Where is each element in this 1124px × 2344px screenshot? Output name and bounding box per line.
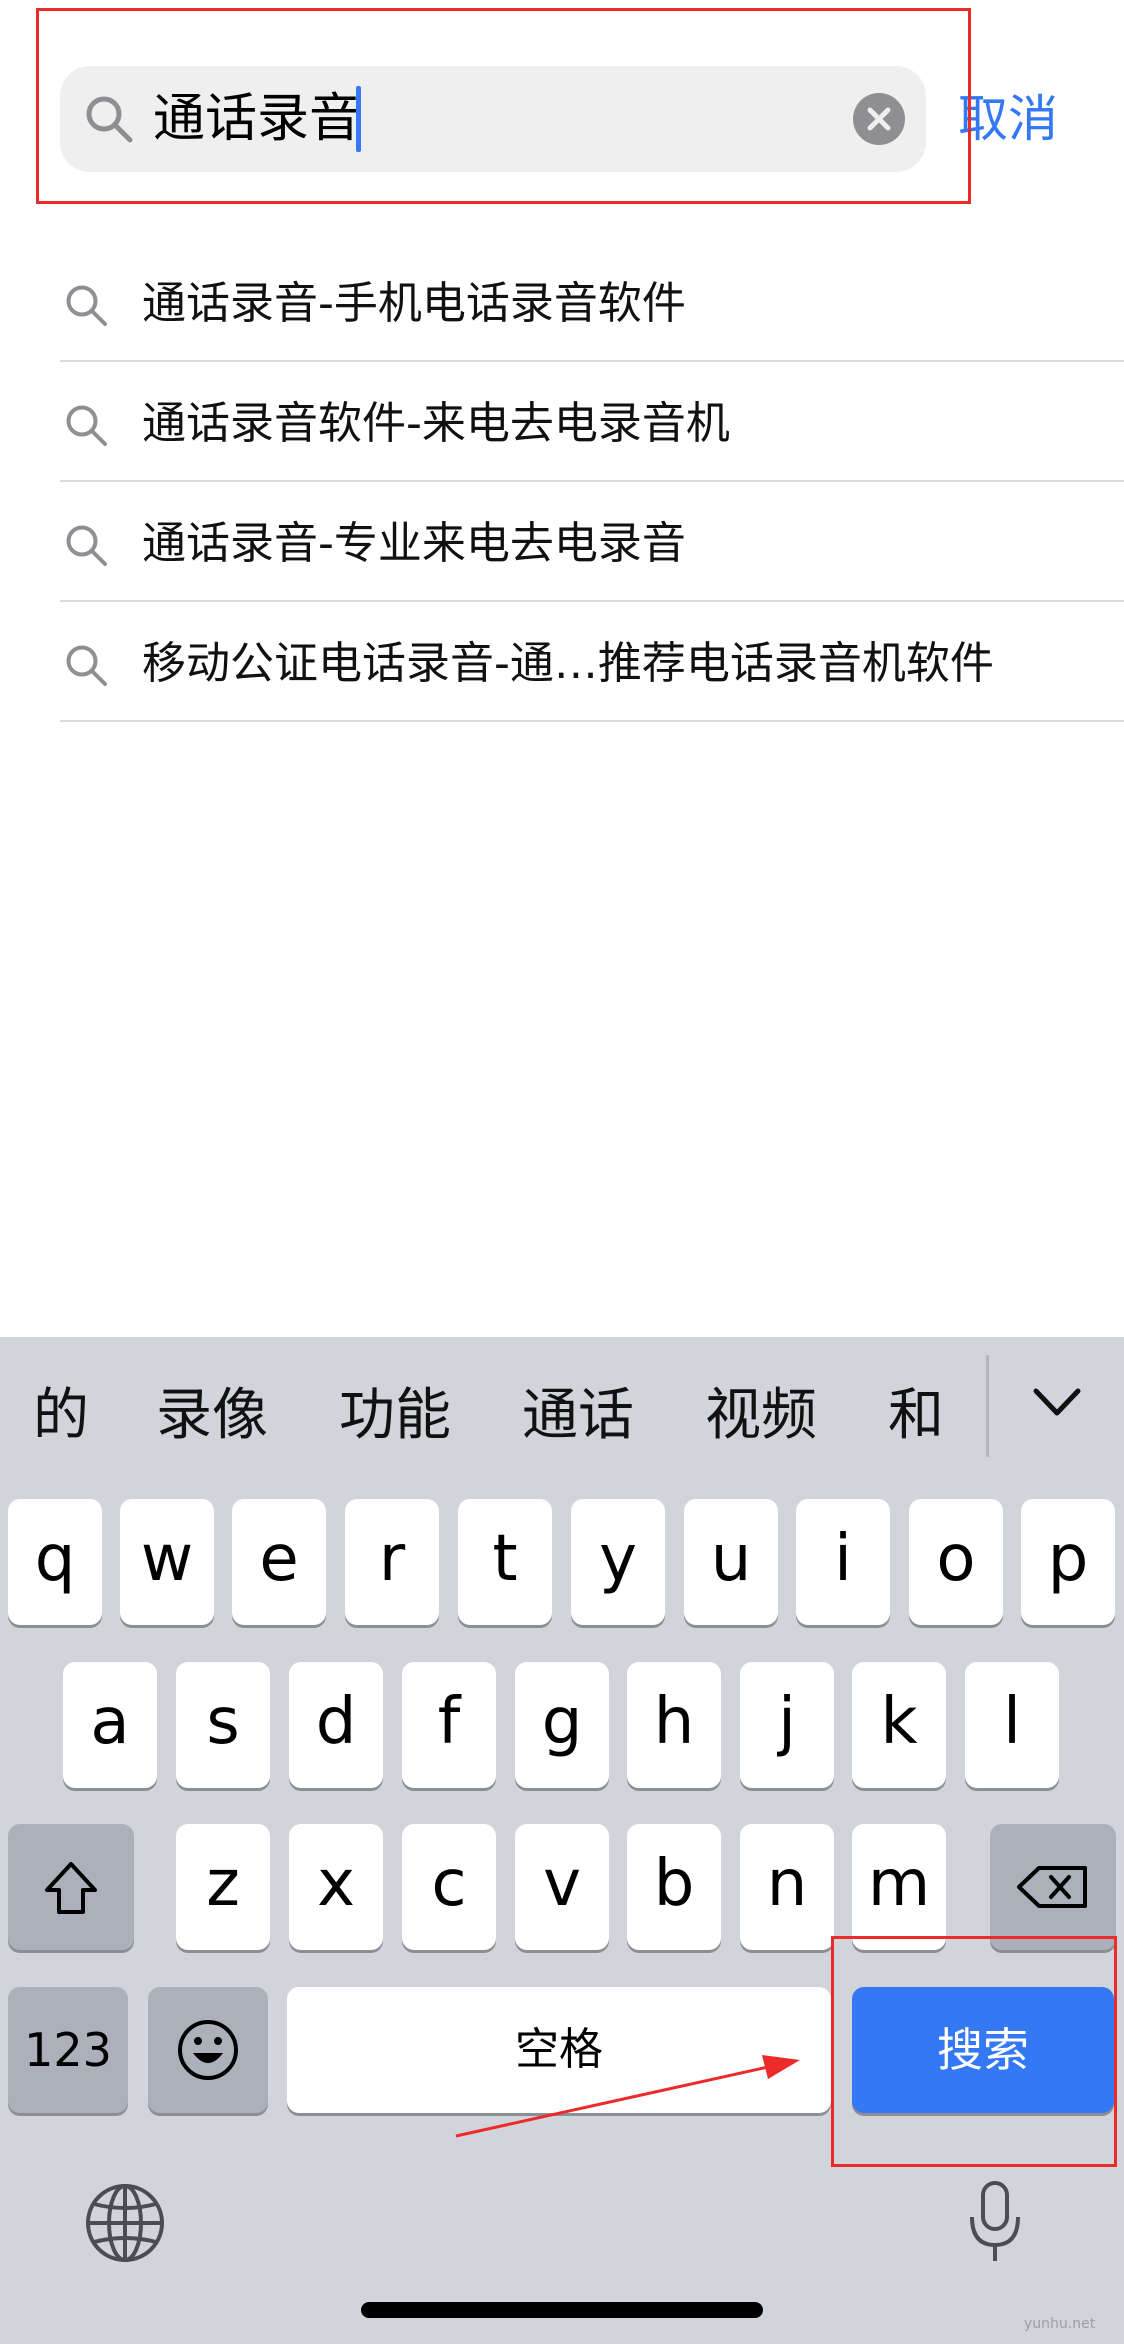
key-f[interactable]: f [402,1662,496,1788]
key-u[interactable]: u [684,1499,778,1625]
key-a[interactable]: a [63,1662,157,1788]
home-indicator[interactable] [361,2302,763,2318]
search-icon [66,405,107,446]
shift-key[interactable] [8,1824,134,1950]
search-icon [66,645,107,686]
candidate-word[interactable]: 录像 [156,1337,268,1479]
key-i[interactable]: i [796,1499,890,1625]
candidate-word[interactable]: 视频 [705,1337,817,1479]
key-h[interactable]: h [627,1662,721,1788]
key-y[interactable]: y [571,1499,665,1625]
key-t[interactable]: t [458,1499,552,1625]
emoji-icon [178,2020,238,2080]
search-icon [66,285,107,326]
suggestion-item[interactable]: 通话录音软件-来电去电录音机 [60,362,1124,482]
key-p[interactable]: p [1021,1499,1115,1625]
watermark: yunhu.net [1024,2316,1096,2332]
key-s[interactable]: s [176,1662,270,1788]
candidate-bar: 的 录像 功能 通话 视频 和 [0,1337,1124,1479]
candidate-word[interactable]: 的 [33,1337,89,1479]
suggestion-text: 通话录音软件-来电去电录音机 [142,398,730,449]
key-e[interactable]: e [232,1499,326,1625]
backspace-key[interactable] [990,1824,1116,1950]
backspace-icon [1017,1866,1087,1908]
annotation-box-search [36,8,971,204]
suggestion-item[interactable]: 通话录音-专业来电去电录音 [60,482,1124,602]
annotation-box-search-key [831,1936,1117,2167]
key-c[interactable]: c [402,1824,496,1950]
microphone-icon[interactable] [964,2179,1026,2269]
candidate-word[interactable]: 功能 [339,1337,451,1479]
key-l[interactable]: l [965,1662,1059,1788]
space-key[interactable]: 空格 [287,1987,831,2113]
key-q[interactable]: q [8,1499,102,1625]
key-w[interactable]: w [120,1499,214,1625]
key-x[interactable]: x [289,1824,383,1950]
suggestion-text: 通话录音-手机电话录音软件 [142,278,686,329]
shift-icon [45,1862,97,1914]
cancel-button[interactable]: 取消 [958,66,1058,172]
suggestion-list: 通话录音-手机电话录音软件 通话录音软件-来电去电录音机 通话录音-专业来电去电… [60,242,1124,722]
key-b[interactable]: b [627,1824,721,1950]
chevron-down-icon[interactable] [1030,1373,1084,1433]
key-j[interactable]: j [740,1662,834,1788]
key-z[interactable]: z [176,1824,270,1950]
key-v[interactable]: v [515,1824,609,1950]
suggestion-item[interactable]: 通话录音-手机电话录音软件 [60,242,1124,362]
candidate-word[interactable]: 通话 [522,1337,634,1479]
key-m[interactable]: m [852,1824,946,1950]
suggestion-text: 移动公证电话录音-通…推荐电话录音机软件 [142,638,994,689]
candidate-divider [986,1355,989,1457]
key-n[interactable]: n [740,1824,834,1950]
key-r[interactable]: r [345,1499,439,1625]
candidate-word[interactable]: 和 [888,1337,944,1479]
suggestion-text: 通话录音-专业来电去电录音 [142,518,686,569]
emoji-key[interactable] [148,1987,268,2113]
keyboard: 的 录像 功能 通话 视频 和 q w e r t y u i o p a s … [0,1337,1124,2344]
key-d[interactable]: d [289,1662,383,1788]
globe-icon[interactable] [84,2182,166,2264]
key-k[interactable]: k [852,1662,946,1788]
search-icon [66,525,107,566]
key-g[interactable]: g [515,1662,609,1788]
suggestion-item[interactable]: 移动公证电话录音-通…推荐电话录音机软件 [60,602,1124,722]
numbers-key[interactable]: 123 [8,1987,128,2113]
key-o[interactable]: o [909,1499,1003,1625]
